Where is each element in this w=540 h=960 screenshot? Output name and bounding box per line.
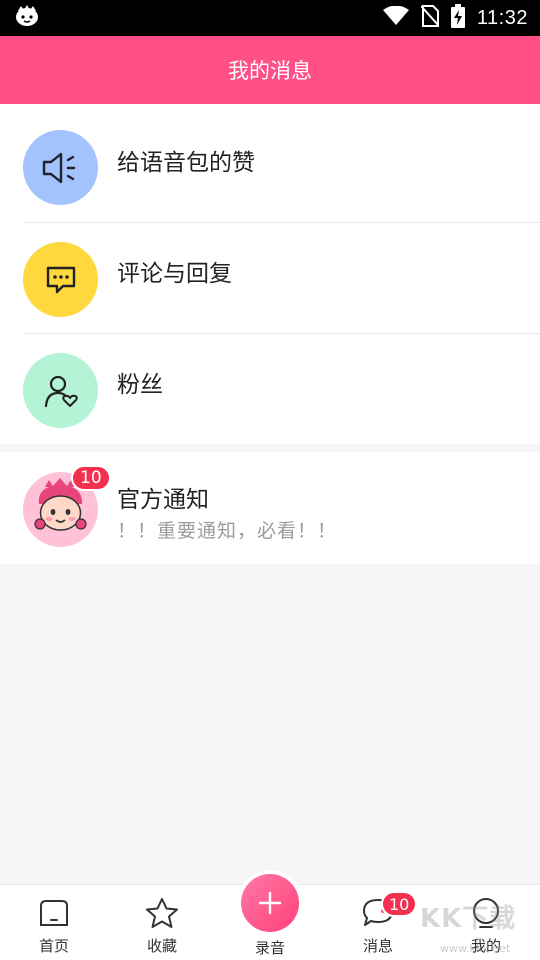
nav-label: 收藏 xyxy=(146,937,177,955)
message-menu: 给语音包的赞 评论与回复 粉丝 xyxy=(0,104,540,444)
watermark: KK下载 xyxy=(420,904,517,934)
wifi-icon xyxy=(382,5,409,30)
watermark-url: www.kkx.net xyxy=(440,942,511,955)
nav-label: 消息 xyxy=(362,937,393,955)
notice-title: 官方通知 xyxy=(117,487,209,513)
menu-item-label: 评论与回复 xyxy=(117,261,232,287)
menu-item-comments[interactable]: 评论与回复 xyxy=(0,222,540,333)
status-time: 11:32 xyxy=(476,6,528,29)
status-bar: 11:32 xyxy=(0,0,540,36)
plus-icon xyxy=(258,891,282,915)
no-sim-icon xyxy=(420,5,440,31)
notice-subtitle: ！！重要通知，必看！！ xyxy=(117,520,338,542)
nav-label: 首页 xyxy=(38,937,69,955)
menu-item-fans[interactable]: 粉丝 xyxy=(0,333,540,444)
home-icon xyxy=(36,895,72,931)
nav-messages[interactable]: 消息 xyxy=(324,885,432,960)
notice-unread-badge: 10 xyxy=(71,465,111,491)
battery-charging-icon xyxy=(450,4,465,32)
page-title: 我的消息 xyxy=(228,59,312,83)
star-icon xyxy=(144,895,180,931)
app-logo-icon xyxy=(14,5,40,31)
speaker-icon xyxy=(23,130,98,205)
record-button[interactable] xyxy=(241,874,299,932)
comment-icon xyxy=(23,242,98,317)
nav-favorites[interactable]: 收藏 xyxy=(108,885,216,960)
menu-item-label: 粉丝 xyxy=(117,372,163,398)
app-header: 我的消息 xyxy=(0,36,540,104)
nav-record-label: 录音 xyxy=(254,939,285,957)
nav-home[interactable]: 首页 xyxy=(0,885,108,960)
status-indicators: 11:32 xyxy=(382,4,528,32)
fan-user-icon xyxy=(23,353,98,428)
nav-messages-badge: 10 xyxy=(381,891,418,917)
menu-item-label: 给语音包的赞 xyxy=(117,149,255,176)
menu-item-likes[interactable]: 给语音包的赞 xyxy=(0,104,540,215)
official-notice-item[interactable]: 10 官方通知 ！！重要通知，必看！！ xyxy=(0,452,540,564)
